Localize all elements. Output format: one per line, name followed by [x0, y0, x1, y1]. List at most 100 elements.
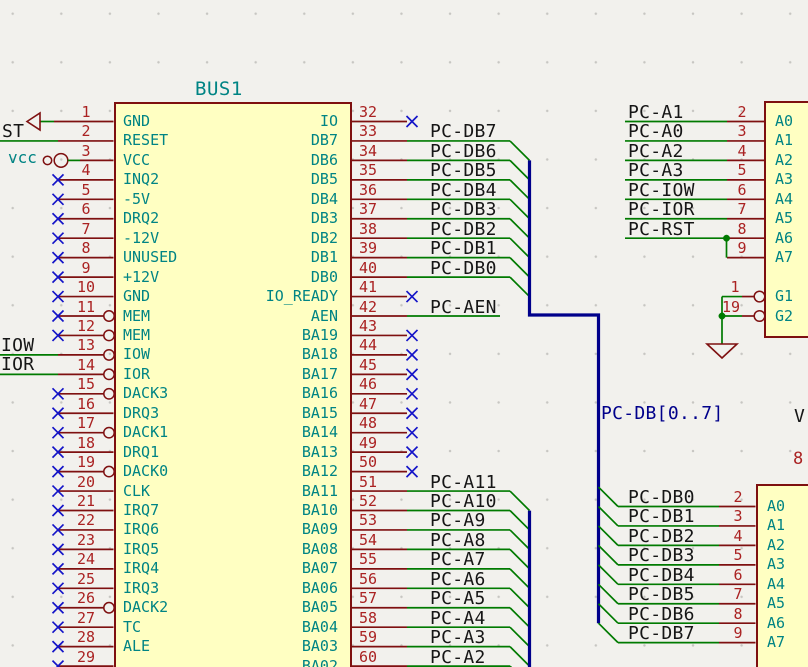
net-label[interactable]: PC-DB7 [430, 123, 497, 141]
pin-number: 11 [66, 299, 106, 315]
pin-number: 20 [66, 474, 106, 490]
bus-entry[interactable] [599, 623, 619, 642]
pin-number: 3 [722, 123, 762, 139]
pin-number: 5 [718, 547, 758, 563]
no-connect-icon[interactable] [407, 408, 418, 419]
pin-name: A6 [775, 230, 793, 247]
bus-entry[interactable] [510, 258, 530, 277]
label-ref-partial: 8 [793, 451, 803, 468]
bus-entry[interactable] [599, 565, 619, 584]
bus-entry[interactable] [599, 487, 619, 506]
pin-number: 51 [348, 474, 388, 490]
bus1-reference[interactable]: BUS1 [195, 80, 243, 99]
bus-entry[interactable] [510, 199, 530, 218]
bus-entry[interactable] [510, 160, 530, 179]
net-label[interactable]: PC-A2 [430, 649, 486, 667]
net-label[interactable]: PC-A11 [430, 474, 497, 492]
bus-entry[interactable] [510, 511, 530, 530]
net-label[interactable]: PC-DB6 [430, 143, 497, 161]
net-label[interactable]: PC-DB3 [628, 547, 695, 565]
pin-number: 1 [66, 104, 106, 120]
gnd-symbol-icon[interactable] [707, 344, 737, 358]
pin-name: A5 [775, 210, 793, 227]
pin-number: 7 [66, 221, 106, 237]
pin-name: BA05 [138, 599, 338, 616]
bus-entry[interactable] [510, 647, 530, 666]
label-ior[interactable]: IOR [1, 356, 34, 374]
bus-net-label[interactable]: PC-DB[0..7] [601, 405, 724, 423]
net-label[interactable]: PC-A6 [430, 571, 486, 589]
bus-entry[interactable] [510, 238, 530, 257]
net-label[interactable]: PC-DB5 [628, 586, 695, 604]
net-label[interactable]: PC-DB0 [628, 489, 695, 507]
pin-name: A7 [767, 634, 785, 651]
bus-entry[interactable] [510, 608, 530, 627]
pin-name: A5 [767, 595, 785, 612]
bus-entry[interactable] [599, 526, 619, 545]
pin-name: A1 [767, 517, 785, 534]
net-label[interactable]: PC-A10 [430, 493, 497, 511]
pin-name: BA14 [138, 424, 338, 441]
no-connect-icon[interactable] [407, 447, 418, 458]
net-label[interactable]: PC-IOR [628, 201, 695, 219]
net-label[interactable]: PC-AEN [430, 299, 497, 317]
net-label[interactable]: PC-A9 [430, 512, 486, 530]
no-connect-icon[interactable] [407, 116, 418, 127]
no-connect-icon[interactable] [407, 349, 418, 360]
net-label[interactable]: PC-A1 [628, 104, 684, 122]
label-iow[interactable]: IOW [1, 337, 34, 355]
bus-entry[interactable] [510, 627, 530, 646]
net-label[interactable]: PC-A3 [430, 629, 486, 647]
net-label[interactable]: PC-DB4 [430, 182, 497, 200]
net-label[interactable]: PC-DB2 [430, 221, 497, 239]
net-label[interactable]: PC-DB1 [430, 240, 497, 258]
inverting-bubble-icon [754, 311, 765, 322]
net-label[interactable]: PC-A5 [430, 590, 486, 608]
net-label[interactable]: PC-A4 [430, 610, 486, 628]
bus-entry[interactable] [510, 180, 530, 199]
power-port-icon[interactable] [43, 156, 51, 164]
bus-entry[interactable] [510, 141, 530, 160]
net-label[interactable]: PC-A3 [628, 162, 684, 180]
pin-number: 17 [66, 415, 106, 431]
no-connect-icon[interactable] [407, 388, 418, 399]
net-label[interactable]: PC-A8 [430, 532, 486, 550]
net-label[interactable]: PC-DB5 [430, 162, 497, 180]
net-label[interactable]: PC-A2 [628, 143, 684, 161]
no-connect-icon[interactable] [407, 369, 418, 380]
net-label[interactable]: PC-RST [628, 221, 695, 239]
bus-entry[interactable] [599, 584, 619, 603]
no-connect-icon[interactable] [407, 291, 418, 302]
hier-label-arrow-icon[interactable] [27, 113, 40, 130]
no-connect-icon[interactable] [407, 427, 418, 438]
net-label[interactable]: PC-DB1 [628, 508, 695, 526]
bus-entry[interactable] [510, 569, 530, 588]
bus-entry[interactable] [510, 530, 530, 549]
pin-name: BA12 [138, 463, 338, 480]
bus-line-data[interactable] [530, 160, 599, 623]
bus-entry[interactable] [599, 545, 619, 564]
net-label[interactable]: PC-DB4 [628, 567, 695, 585]
net-label[interactable]: PC-DB7 [628, 625, 695, 643]
label-rst-partial[interactable]: ST [2, 123, 24, 141]
bus-entry[interactable] [510, 277, 530, 296]
pin-number: 56 [348, 571, 388, 587]
no-connect-icon[interactable] [407, 330, 418, 341]
net-label[interactable]: PC-DB3 [430, 201, 497, 219]
net-label[interactable]: PC-A7 [430, 551, 486, 569]
bus-entry[interactable] [599, 507, 619, 526]
bus-entry[interactable] [510, 549, 530, 568]
pin-number: 9 [66, 260, 106, 276]
bus-entry[interactable] [599, 604, 619, 623]
bus-entry[interactable] [510, 588, 530, 607]
label-vcc[interactable]: vcc [8, 150, 37, 166]
net-label[interactable]: PC-DB2 [628, 528, 695, 546]
no-connect-icon[interactable] [407, 466, 418, 477]
bus-entry[interactable] [510, 219, 530, 238]
net-label[interactable]: PC-IOW [628, 182, 695, 200]
bus-entry[interactable] [510, 491, 530, 510]
net-label[interactable]: PC-DB6 [628, 606, 695, 624]
net-label[interactable]: PC-DB0 [430, 260, 497, 278]
pin-number: 43 [348, 318, 388, 334]
net-label[interactable]: PC-A0 [628, 123, 684, 141]
